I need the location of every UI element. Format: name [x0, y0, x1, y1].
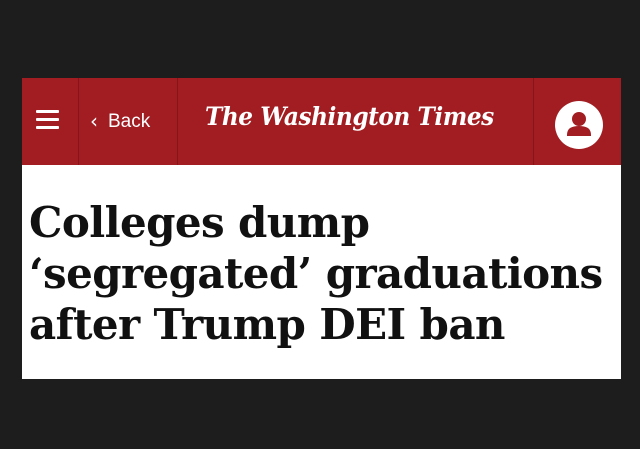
- chevron-left-icon: ‹: [90, 109, 98, 133]
- header-divider: [533, 78, 534, 165]
- profile-button[interactable]: [555, 101, 603, 149]
- article-header: Colleges dump ‘segregated’ graduations a…: [22, 165, 621, 379]
- hamburger-menu-icon-bar: [36, 118, 59, 121]
- article-headline[interactable]: Colleges dump ‘segregated’ graduations a…: [29, 197, 619, 350]
- headline-line: ‘segregated’ graduations: [29, 249, 603, 298]
- headline-line: Colleges dump: [29, 198, 370, 247]
- site-logo[interactable]: The Washington Times: [205, 102, 494, 142]
- header-divider: [177, 78, 178, 165]
- hamburger-menu-icon-bar: [36, 126, 59, 129]
- header-divider: [78, 78, 79, 165]
- site-header: ‹ Back The Washington Times: [22, 78, 621, 165]
- back-label: Back: [108, 111, 151, 132]
- back-button[interactable]: ‹ Back: [90, 108, 150, 136]
- user-profile-icon: [567, 112, 591, 136]
- hamburger-menu-icon: [36, 110, 59, 113]
- menu-button[interactable]: [22, 78, 77, 165]
- screenshot-frame: ‹ Back The Washington Times Colleges dum…: [22, 78, 621, 379]
- headline-line: after Trump DEI ban: [29, 300, 505, 349]
